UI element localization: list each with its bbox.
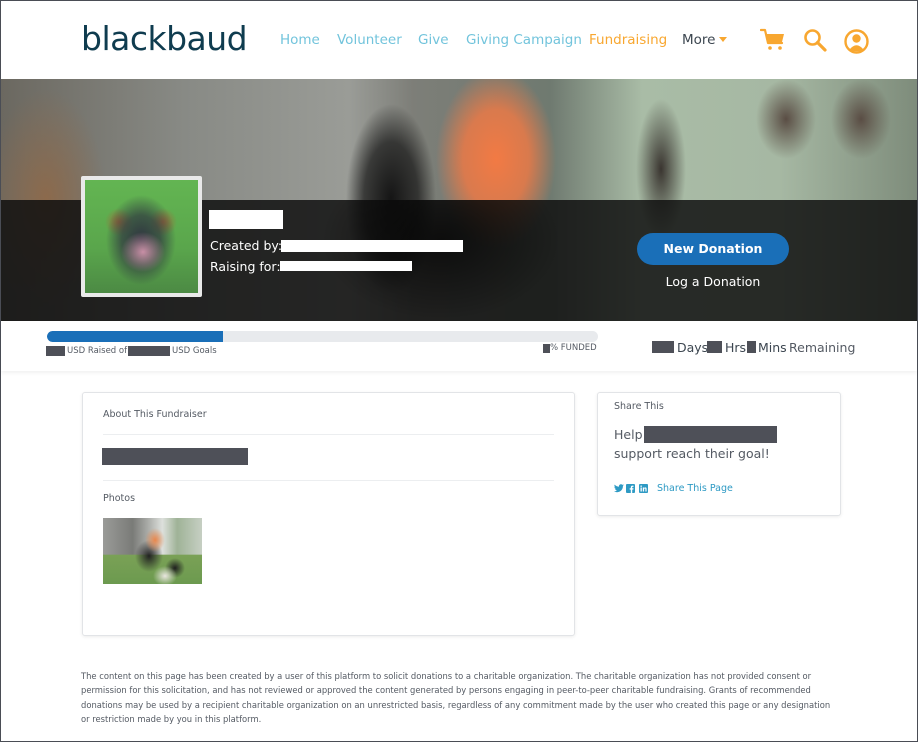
created-by-value[interactable]	[281, 240, 463, 252]
nav-give[interactable]: Give	[418, 32, 449, 48]
nav-more-label: More	[682, 32, 716, 48]
disclaimer-text: The content on this page has been create…	[81, 671, 831, 724]
fundraiser-avatar	[81, 176, 202, 297]
nav-home[interactable]: Home	[280, 32, 320, 48]
raised-label: USD Raised of	[67, 346, 128, 356]
goal-label: USD Goals	[172, 346, 217, 356]
goal-amount	[128, 346, 170, 356]
photos-divider	[103, 480, 554, 481]
nav-volunteer[interactable]: Volunteer	[337, 32, 402, 48]
percent-funded-label: % FUNDED	[550, 343, 597, 353]
about-card	[82, 392, 575, 636]
progress-bar	[47, 331, 598, 342]
days-label: Days	[677, 340, 708, 355]
blackbaud-logo[interactable]: blackbaud	[81, 19, 248, 58]
about-title: About This Fundraiser	[103, 409, 207, 420]
chevron-down-icon	[719, 36, 728, 42]
remaining-label: Remaining	[789, 340, 856, 355]
about-body	[102, 448, 248, 465]
minutes-text: Mins	[758, 340, 787, 355]
percent-value	[543, 344, 550, 353]
facebook-icon[interactable]	[626, 484, 635, 493]
nav-more[interactable]: More	[682, 32, 728, 48]
created-by-label: Created by:	[210, 238, 283, 253]
site-header: blackbaud Home Volunteer Give Giving Cam…	[1, 1, 917, 79]
dog-avatar-image	[85, 180, 198, 293]
cart-icon[interactable]	[760, 28, 786, 52]
hours-label: Hrs	[725, 340, 746, 355]
share-page-link[interactable]: Share This Page	[657, 483, 733, 494]
share-title: Share This	[614, 401, 664, 412]
share-help-text: Help	[614, 427, 643, 442]
nav-fundraising[interactable]: Fundraising	[589, 32, 667, 48]
raising-for-label: Raising for:	[210, 259, 281, 274]
about-divider	[103, 434, 554, 435]
hours-text: Hrs	[725, 340, 747, 355]
share-fundraiser-name	[644, 426, 777, 443]
days-text: Days	[677, 340, 709, 355]
hours-value	[707, 341, 722, 353]
linkedin-icon[interactable]	[639, 484, 648, 493]
search-icon[interactable]	[803, 28, 827, 52]
progress-bar-fill	[47, 331, 224, 342]
user-account-icon[interactable]	[844, 29, 869, 54]
twitter-icon[interactable]	[614, 484, 624, 493]
raising-for-value[interactable]	[280, 261, 412, 271]
fundraiser-photo[interactable]	[103, 518, 202, 584]
new-donation-button[interactable]: New Donation	[637, 233, 789, 265]
raised-amount	[46, 346, 65, 356]
days-value	[652, 341, 674, 353]
minutes-value	[747, 341, 756, 353]
share-goal-text: support reach their goal!	[614, 446, 770, 461]
photos-title: Photos	[103, 493, 136, 504]
log-donation-link[interactable]: Log a Donation	[637, 274, 789, 289]
nav-giving-campaign[interactable]: Giving Campaign	[466, 32, 582, 48]
fundraiser-name	[209, 210, 283, 229]
minutes-label: Mins	[758, 340, 787, 355]
